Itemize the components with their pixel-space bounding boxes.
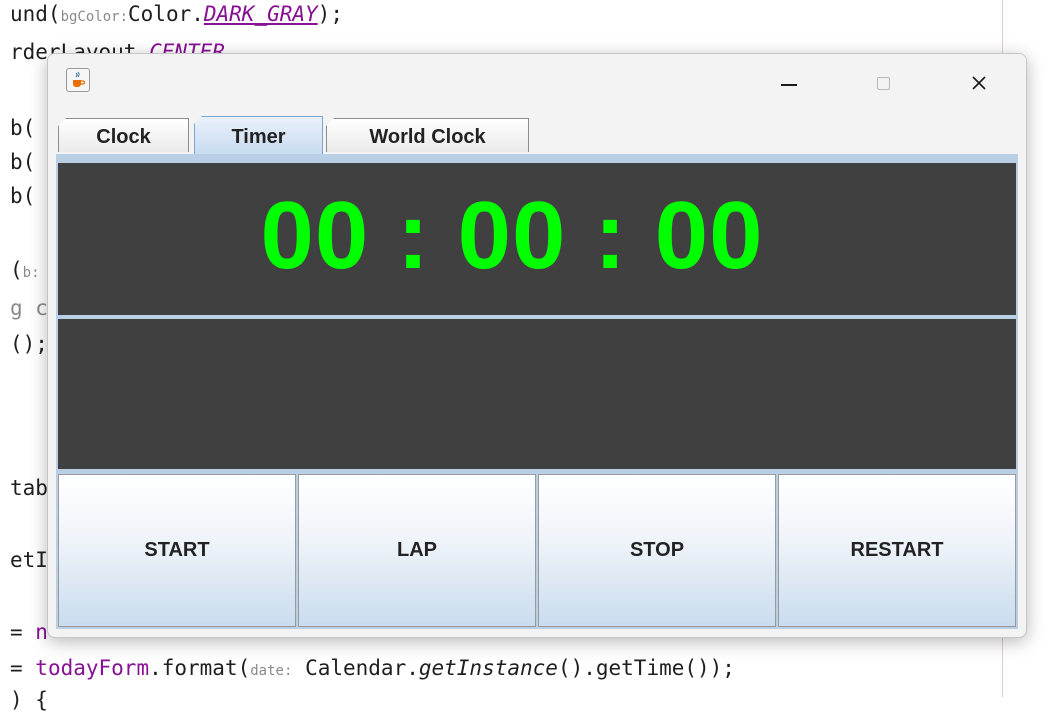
code-line: (); (10, 332, 48, 356)
lap-list-panel (58, 319, 1016, 469)
tab-strip: Clock Timer World Clock (48, 108, 1026, 154)
lap-button[interactable]: LAP (298, 474, 536, 627)
code-line: etI (10, 548, 48, 572)
title-bar[interactable] (48, 54, 1026, 108)
tab-world-clock[interactable]: World Clock (326, 118, 529, 152)
code-line: g c (10, 296, 48, 320)
timer-app-window: Clock Timer World Clock 00 : 00 : 00 STA… (47, 53, 1027, 638)
tab-timer[interactable]: Timer (194, 116, 323, 154)
code-line: ) { (10, 688, 48, 712)
code-line: tab (10, 476, 48, 500)
tab-label: World Clock (369, 126, 486, 148)
code-line: (b: (10, 258, 40, 282)
tab-label: Timer (231, 126, 286, 148)
restart-button[interactable]: RESTART (778, 474, 1016, 627)
start-button[interactable]: START (58, 474, 296, 627)
code-line: b( (10, 184, 36, 208)
code-line: = todayForm.format(date: Calendar.getIns… (10, 656, 735, 680)
minimize-button[interactable] (764, 66, 814, 100)
code-line: und(bgColor:Color.DARK_GRAY); (10, 2, 343, 26)
control-button-row: START LAP STOP RESTART (58, 474, 1016, 627)
time-display: 00 : 00 : 00 (260, 182, 764, 289)
tab-label: Clock (96, 126, 151, 148)
code-line: b( (10, 116, 36, 140)
timer-tab-content: 00 : 00 : 00 START LAP STOP RESTART (56, 154, 1018, 629)
code-line: = n (10, 620, 48, 644)
tab-clock[interactable]: Clock (58, 118, 189, 152)
stop-button[interactable]: STOP (538, 474, 776, 627)
time-display-panel: 00 : 00 : 00 (58, 163, 1016, 315)
code-line: b( (10, 150, 36, 174)
close-button[interactable] (954, 66, 1004, 100)
close-icon (972, 76, 986, 90)
maximize-button[interactable] (858, 66, 908, 100)
java-cup-icon (66, 68, 90, 92)
